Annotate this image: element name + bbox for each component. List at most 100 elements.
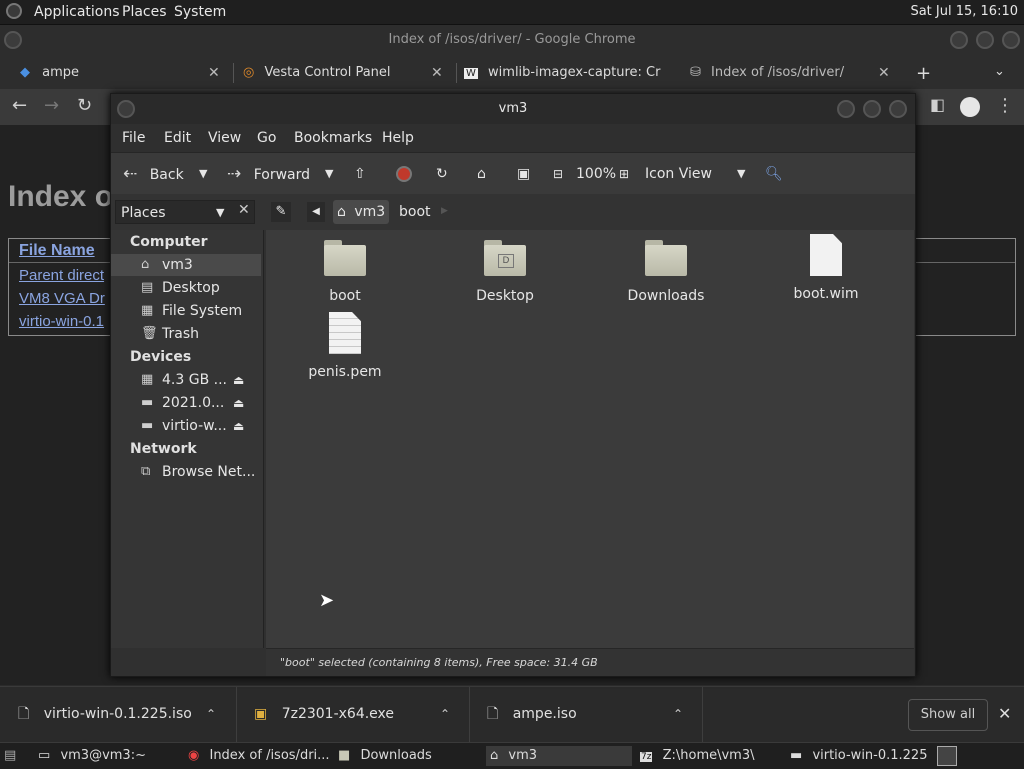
chrome-titlebar[interactable]: Index of /isos/driver/ - Google Chrome [0, 25, 1024, 55]
workspace-switcher[interactable] [937, 746, 957, 766]
reload-icon[interactable]: ↻ [77, 95, 92, 116]
sidebar-item-device[interactable]: ▬ virtio-w... ⏏ [111, 415, 261, 437]
zoom-in-icon[interactable]: ⊞ [619, 153, 629, 195]
eject-icon[interactable]: ⏏ [233, 415, 244, 437]
home-icon[interactable]: ⌂ [477, 153, 486, 195]
back-icon[interactable]: ← [12, 95, 27, 116]
taskbar-item-terminal[interactable]: ▭ vm3@vm3:~ [38, 746, 178, 766]
sidebar-item-browse-network[interactable]: ⧉ Browse Net... [111, 461, 261, 483]
close-downloads-icon[interactable]: ✕ [998, 704, 1011, 723]
tab-close-icon[interactable]: ✕ [208, 59, 220, 87]
menu-view[interactable]: View [208, 130, 241, 146]
listing-link[interactable]: virtio-win-0.1 [19, 313, 104, 330]
sidebar-label: Browse Net... [162, 464, 256, 480]
breadcrumb-vm3[interactable]: ⌂ vm3 [333, 200, 390, 224]
caja-titlebar[interactable]: vm3 [111, 94, 915, 124]
show-desktop-icon[interactable]: ▤ [4, 746, 22, 766]
close-icon[interactable] [1002, 31, 1020, 49]
back-button[interactable]: ⇠ Back [123, 153, 184, 195]
tab-index[interactable]: ⛁ Index of /isos/driver/ ✕ [690, 59, 900, 87]
menu-go[interactable]: Go [257, 130, 276, 146]
chevron-up-icon[interactable]: ⌃ [206, 687, 216, 742]
tab-ampe[interactable]: ◆ ampe ✕ [20, 59, 230, 87]
menu-bookmarks[interactable]: Bookmarks [294, 130, 372, 146]
places-dropdown[interactable]: Places ▼ [115, 200, 255, 224]
side-panel-icon[interactable]: ◧ [930, 95, 945, 114]
zoom-level[interactable]: 100% [576, 153, 616, 195]
chevron-up-icon[interactable]: ⌃ [440, 687, 450, 742]
sidebar-item-desktop[interactable]: ▤ Desktop [111, 277, 261, 299]
breadcrumb-right-icon[interactable]: ▶ [441, 206, 448, 216]
download-item[interactable]: 🗋 ampe.iso ⌃ [487, 687, 697, 742]
profile-avatar-icon[interactable] [960, 97, 980, 117]
download-item[interactable]: ▣ 7z2301-x64.exe ⌃ [254, 687, 464, 742]
zoom-out-icon[interactable]: ⊟ [553, 153, 563, 195]
file-label: boot [329, 288, 361, 304]
file-name-header[interactable]: File Name [19, 242, 95, 260]
file-item-boot-wim[interactable]: boot.wim [766, 234, 886, 302]
sidebar-item-filesystem[interactable]: ▦ File System [111, 300, 261, 322]
taskbar-item-virtio[interactable]: ▬ virtio-win-0.1.225 [790, 746, 932, 766]
listing-link[interactable]: VM8 VGA Dr [19, 290, 105, 307]
breadcrumb-left-icon[interactable]: ◀ [307, 202, 325, 222]
menu-help[interactable]: Help [382, 130, 414, 146]
taskbar-item-vm3[interactable]: ⌂ vm3 [486, 746, 632, 766]
forward-history-chevron-icon[interactable]: ▼ [325, 153, 333, 195]
minimize-icon[interactable] [950, 31, 968, 49]
tab-search-chevron-icon[interactable]: ⌄ [994, 64, 1005, 79]
file-item-downloads[interactable]: Downloads [606, 240, 726, 304]
sidebar-item-device[interactable]: ▬ 2021.0... ⏏ [111, 392, 261, 414]
file-item-desktop[interactable]: D Desktop [445, 240, 565, 304]
tab-vesta[interactable]: ◎ Vesta Control Panel ✕ [243, 59, 453, 87]
show-all-button[interactable]: Show all [908, 699, 988, 731]
tab-close-icon[interactable]: ✕ [878, 59, 890, 87]
back-history-chevron-icon[interactable]: ▼ [199, 153, 207, 195]
view-mode-select[interactable]: Icon View ▼ [645, 153, 749, 195]
forward-icon[interactable]: → [44, 95, 59, 116]
tab-close-icon[interactable]: ✕ [431, 59, 443, 87]
search-icon[interactable]: 🔍︎ [765, 153, 783, 195]
system-menu[interactable]: System [174, 4, 226, 20]
maximize-icon[interactable] [863, 100, 881, 118]
edit-location-icon[interactable]: ✎ [271, 202, 291, 222]
taskbar-item-7zip[interactable]: 7z Z:\home\vm3\ [640, 746, 782, 766]
taskbar-item-downloads[interactable]: ■ Downloads [338, 746, 480, 766]
stop-icon[interactable] [396, 166, 412, 182]
download-item[interactable]: 🗋 virtio-win-0.1.225.iso ⌃ [18, 687, 228, 742]
sidebar-item-vm3[interactable]: ⌂ vm3 [111, 254, 261, 276]
sidebar-item-trash[interactable]: 🗑︎ Trash [111, 323, 261, 345]
window-menu-icon[interactable] [117, 100, 135, 118]
close-sidebar-icon[interactable]: ✕ [238, 202, 250, 218]
eject-icon[interactable]: ⏏ [233, 369, 244, 391]
tab-wimlib[interactable]: W wimlib-imagex-capture: Cr [464, 59, 674, 87]
file-item-penis-pem[interactable]: penis.pem [285, 312, 405, 380]
file-manager-window: vm3 File Edit View Go Bookmarks Help ⇠ B… [110, 93, 916, 677]
places-menu[interactable]: Places [122, 4, 167, 20]
forward-button[interactable]: ⇢ Forward [227, 153, 310, 195]
taskbar-item-chrome[interactable]: ◉ Index of /isos/dri... [188, 746, 330, 766]
sidebar-item-device[interactable]: ▦ 4.3 GB ... ⏏ [111, 369, 261, 391]
close-icon[interactable] [889, 100, 907, 118]
reload-icon[interactable]: ↻ [436, 153, 448, 195]
menu-file[interactable]: File [122, 130, 145, 146]
menu-kebab-icon[interactable]: ⋮ [996, 95, 1014, 116]
maximize-icon[interactable] [976, 31, 994, 49]
window-menu-icon[interactable] [4, 31, 22, 49]
home-folder-icon: ⌂ [490, 748, 499, 763]
chevron-up-icon[interactable]: ⌃ [673, 687, 683, 742]
new-tab-button[interactable]: + [916, 63, 931, 84]
downloads-bar: 🗋 virtio-win-0.1.225.iso ⌃ ▣ 7z2301-x64.… [0, 686, 1024, 742]
applications-menu[interactable]: Applications [34, 4, 120, 20]
mate-logo-icon[interactable] [6, 3, 22, 19]
minimize-icon[interactable] [837, 100, 855, 118]
eject-icon[interactable]: ⏏ [233, 392, 244, 414]
listing-link[interactable]: Parent direct [19, 267, 104, 284]
drive-icon: ▬ [141, 395, 154, 410]
menu-edit[interactable]: Edit [164, 130, 191, 146]
up-arrow-icon[interactable]: ⇧ [354, 153, 366, 195]
sidebar-header-network: Network [130, 441, 197, 457]
file-item-boot[interactable]: boot [285, 240, 405, 304]
computer-icon[interactable]: ▣ [517, 153, 530, 195]
clock[interactable]: Sat Jul 15, 16:10 [910, 4, 1018, 19]
breadcrumb-boot[interactable]: boot [395, 200, 435, 224]
